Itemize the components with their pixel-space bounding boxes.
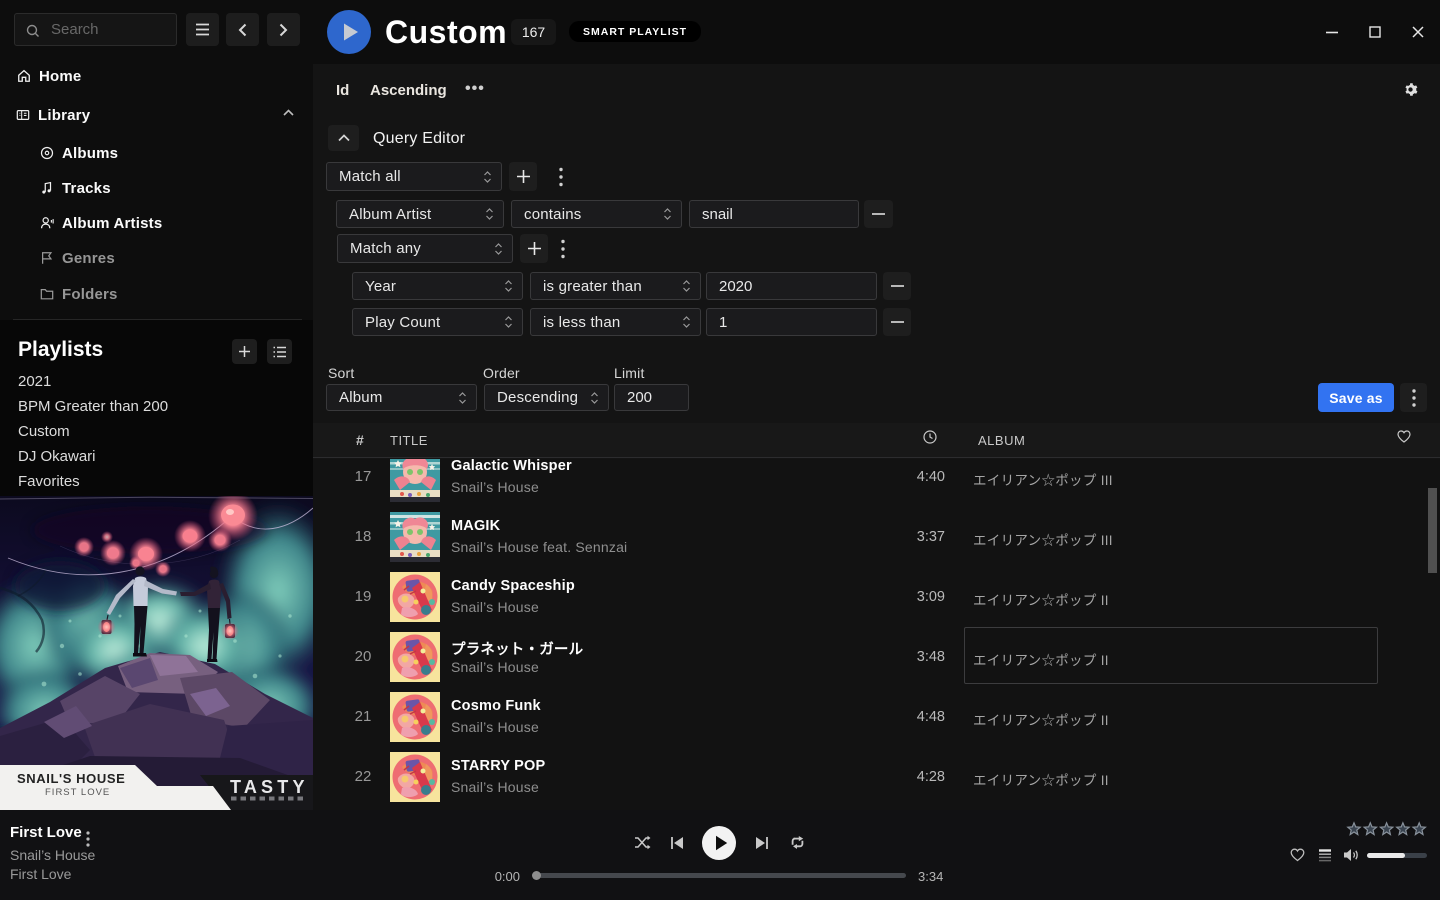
svg-text:SNAIL'S HOUSE: SNAIL'S HOUSE	[17, 771, 125, 786]
svg-text:TASTY: TASTY	[230, 777, 309, 797]
svg-text:FIRST LOVE: FIRST LOVE	[45, 787, 110, 798]
